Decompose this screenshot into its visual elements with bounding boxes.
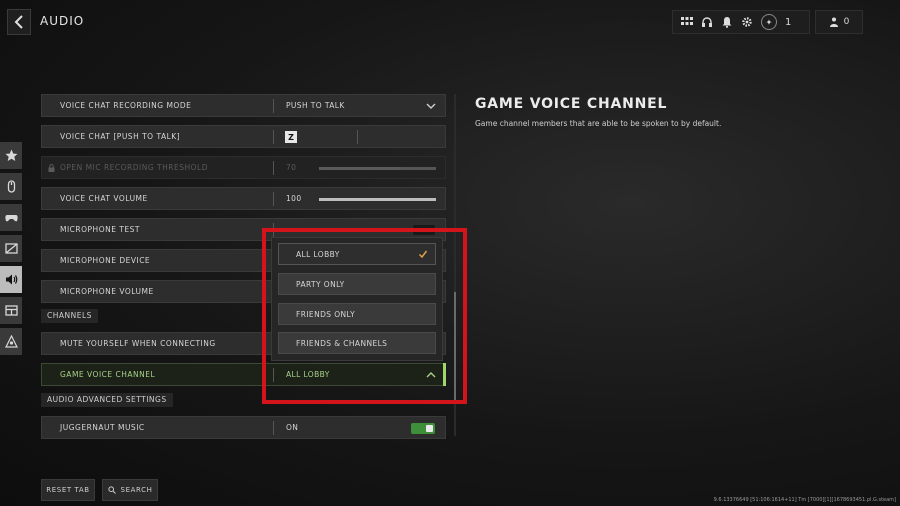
grid-menu-icon[interactable] [681,16,693,28]
setting-value: 100 [286,194,302,203]
setting-label: JUGGERNAUT MUSIC [60,423,145,432]
build-info: 9.6.13376649 [51:106:1614+11] Tm [7000][… [713,497,896,503]
setting-label: MICROPHONE TEST [60,225,140,234]
setting-label: VOICE CHAT VOLUME [60,194,148,203]
threshold-slider [319,167,436,170]
graphics-icon [4,243,18,254]
search-button[interactable]: SEARCH [102,479,158,501]
setting-value: ON [286,423,299,432]
bell-icon[interactable] [721,16,733,28]
juggernaut-music-toggle[interactable] [411,423,435,434]
search-icon [107,486,116,494]
network-icon [4,335,18,348]
juggernaut-music-row[interactable]: JUGGERNAUT MUSIC ON [41,416,446,439]
toggle-knob [426,425,433,432]
channels-section-header: CHANNELS [41,309,98,323]
search-label: SEARCH [120,486,153,494]
divider [273,192,274,206]
divider [273,130,274,144]
speaker-icon [5,274,17,285]
tab-interface[interactable] [0,297,22,324]
tab-controller[interactable] [0,204,22,231]
advanced-section-header: AUDIO ADVANCED SETTINGS [41,393,173,407]
chevron-left-icon [14,15,23,29]
reset-tab-label: RESET TAB [46,486,90,494]
tab-network[interactable] [0,328,22,355]
open-mic-threshold-row: OPEN MIC RECORDING THRESHOLD 70 [41,156,446,179]
mouse-icon [7,180,15,193]
info-panel-description: Game channel members that are able to be… [475,119,722,128]
setting-label: OPEN MIC RECORDING THRESHOLD [60,163,208,172]
lock-icon [48,164,55,172]
setting-label: VOICE CHAT [PUSH TO TALK] [60,132,181,141]
setting-label: MICROPHONE VOLUME [60,287,154,296]
divider [273,421,274,435]
gear-icon[interactable] [741,16,753,28]
party-icon [829,17,838,27]
tab-favorites[interactable] [0,142,22,169]
party-count: 0 [843,17,850,27]
slider-fill [319,167,401,170]
setting-label: GAME VOICE CHANNEL [60,370,156,379]
back-button[interactable] [7,9,31,35]
gamepad-icon [4,215,18,222]
annotation-highlight-box [262,228,467,404]
setting-value: PUSH TO TALK [286,101,345,110]
divider [273,99,274,113]
party-button[interactable]: 0 [815,10,863,34]
slider-fill [319,198,436,201]
volume-slider[interactable] [319,198,436,201]
settings-category-tabs [0,142,22,359]
setting-label: MICROPHONE DEVICE [60,256,151,265]
page-title: AUDIO [40,14,85,28]
chevron-down-icon [426,103,436,109]
star-icon [5,149,17,161]
voice-chat-ptt-row[interactable]: VOICE CHAT [PUSH TO TALK] Z [41,125,446,148]
top-right-toolbar: ✦ 1 [672,10,810,34]
setting-value: 70 [286,163,297,172]
divider [357,130,358,144]
voice-chat-recording-mode-row[interactable]: VOICE CHAT RECORDING MODE PUSH TO TALK [41,94,446,117]
tab-graphics[interactable] [0,235,22,262]
reset-tab-button[interactable]: RESET TAB [41,479,95,501]
setting-label: VOICE CHAT RECORDING MODE [60,101,192,110]
rank-badge-icon: ✦ [761,14,777,30]
divider [273,161,274,175]
setting-label: MUTE YOURSELF WHEN CONNECTING [60,339,216,348]
info-panel-title: GAME VOICE CHANNEL [475,96,668,112]
player-level: 1 [785,16,792,28]
tab-audio[interactable] [0,266,22,293]
headset-icon[interactable] [701,16,713,28]
top-bar: AUDIO ✦ 1 0 [0,0,900,44]
voice-chat-volume-row[interactable]: VOICE CHAT VOLUME 100 [41,187,446,210]
interface-icon [4,305,18,316]
keybind-badge[interactable]: Z [285,131,297,143]
tab-mouse[interactable] [0,173,22,200]
